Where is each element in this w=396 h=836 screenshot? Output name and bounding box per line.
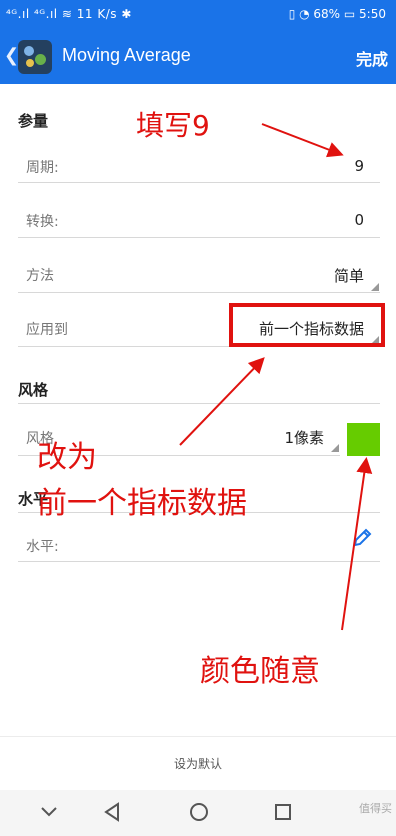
annotation-highlight-box [229, 303, 385, 347]
nav-back-icon[interactable] [103, 802, 121, 822]
nav-recents-icon[interactable] [274, 803, 292, 821]
annotation-color-any: 颜色随意 [200, 654, 320, 689]
arrow-to-color [341, 457, 373, 631]
annotation-previous-indicator: 前一个指标数据 [37, 486, 247, 521]
chevron-down-icon[interactable] [40, 806, 58, 818]
arrow-to-period [261, 123, 344, 158]
footer-divider [0, 736, 396, 737]
annotation-arrows [179, 123, 373, 631]
annotation-change-to: 改为 [37, 440, 97, 475]
set-default-button[interactable]: 设为默认 [0, 755, 396, 772]
watermark: 值得买 [359, 802, 392, 815]
arrow-to-apply [179, 357, 265, 446]
nav-home-icon[interactable] [189, 802, 209, 822]
system-nav-bar [0, 790, 396, 836]
